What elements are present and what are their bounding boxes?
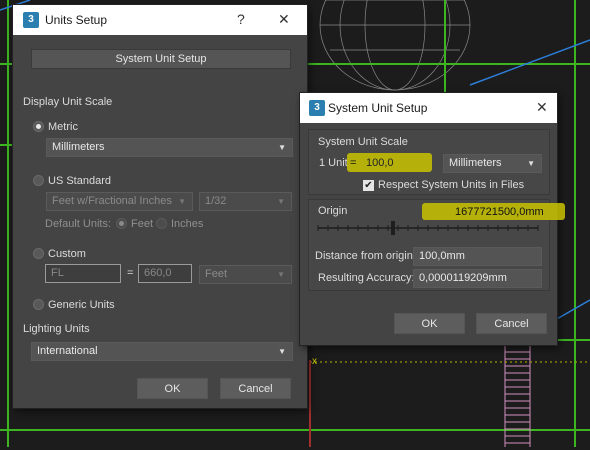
inches-radio[interactable] <box>156 218 167 229</box>
fraction-dropdown[interactable]: 1/32 ▼ <box>199 192 292 211</box>
lighting-units-dropdown[interactable]: International ▼ <box>31 342 293 361</box>
custom-amount-value: 660,0 <box>144 267 172 279</box>
origin-value: 1677721500,0mm <box>455 206 544 218</box>
respect-units-checkbox[interactable]: ✔ <box>363 180 374 191</box>
chevron-down-icon: ▼ <box>278 347 286 356</box>
system-unit-setup-button[interactable]: System Unit Setup <box>31 49 291 69</box>
custom-amount-field[interactable]: 660,0 <box>138 264 192 283</box>
units-setup-titlebar[interactable]: 3 Units Setup ? ✕ <box>13 5 307 35</box>
custom-equals: = <box>127 267 134 279</box>
cancel-button[interactable]: Cancel <box>476 313 547 334</box>
chevron-down-icon: ▼ <box>277 197 285 206</box>
system-unit-setup-dialog: 3 System Unit Setup ✕ System Unit Scale … <box>300 93 565 345</box>
cancel-button[interactable]: Cancel <box>220 378 291 399</box>
metric-units-dropdown[interactable]: Millimeters ▼ <box>46 138 293 157</box>
feet-label: Feet <box>131 218 154 230</box>
fraction-value: 1/32 <box>205 195 227 207</box>
display-unit-scale-label: Display Unit Scale <box>23 96 113 108</box>
system-unit-setup-titlebar[interactable]: 3 System Unit Setup ✕ <box>300 93 557 123</box>
us-standard-radio[interactable] <box>33 175 44 186</box>
lighting-units-value: International <box>37 345 98 357</box>
custom-name-field[interactable]: FL <box>45 264 121 283</box>
generic-units-label: Generic Units <box>48 299 115 311</box>
us-standard-label: US Standard <box>48 175 111 187</box>
default-units-label: Default Units: <box>45 218 112 230</box>
us-standard-units-value: Feet w/Fractional Inches <box>52 195 172 207</box>
resulting-accuracy-value: 0,0000119209mm <box>419 272 507 284</box>
origin-label: Origin <box>318 205 348 217</box>
close-button[interactable]: ✕ <box>536 99 548 116</box>
metric-label: Metric <box>48 121 78 133</box>
unit-value: 100,0 <box>366 157 394 169</box>
chevron-down-icon: ▼ <box>178 197 186 206</box>
custom-unit-value: Feet <box>205 268 228 280</box>
generic-units-radio[interactable] <box>33 299 44 310</box>
custom-label: Custom <box>48 248 86 260</box>
ok-button[interactable]: OK <box>394 313 465 334</box>
resulting-accuracy-field: 0,0000119209mm <box>413 269 542 288</box>
custom-radio[interactable] <box>33 248 44 259</box>
metric-units-value: Millimeters <box>52 141 105 153</box>
distance-from-origin-label: Distance from origin: <box>315 250 416 262</box>
chevron-down-icon: ▼ <box>527 159 535 168</box>
window-title: System Unit Setup <box>328 101 428 115</box>
axis-label: x <box>312 356 317 367</box>
metric-radio[interactable] <box>33 121 44 132</box>
origin-slider[interactable] <box>316 221 540 237</box>
slider-thumb <box>391 221 395 235</box>
equals-sign: = <box>350 157 357 169</box>
respect-units-label: Respect System Units in Files <box>378 179 525 191</box>
unit-type-value: Millimeters <box>449 157 502 169</box>
ok-button[interactable]: OK <box>137 378 208 399</box>
one-unit-label: 1 Unit <box>319 157 348 169</box>
us-standard-units-dropdown[interactable]: Feet w/Fractional Inches ▼ <box>46 192 193 211</box>
units-setup-dialog: 3 Units Setup ? ✕ System Unit Setup Disp… <box>13 5 307 408</box>
app-icon: 3 <box>23 12 39 28</box>
window-title: Units Setup <box>45 13 108 27</box>
feet-radio[interactable] <box>116 218 127 229</box>
distance-from-origin-value: 100,0mm <box>419 250 465 262</box>
lighting-units-label: Lighting Units <box>23 323 90 335</box>
close-button[interactable]: ✕ <box>278 11 290 28</box>
system-unit-scale-label: System Unit Scale <box>318 136 408 148</box>
chevron-down-icon: ▼ <box>278 143 286 152</box>
unit-value-field[interactable]: 100,0 <box>360 154 437 173</box>
inches-label: Inches <box>171 218 204 230</box>
resulting-accuracy-label: Resulting Accuracy: <box>318 272 415 284</box>
distance-from-origin-field[interactable]: 100,0mm <box>413 247 542 266</box>
app-icon: 3 <box>309 100 325 116</box>
chevron-down-icon: ▼ <box>277 270 285 279</box>
unit-type-dropdown[interactable]: Millimeters ▼ <box>443 154 542 173</box>
custom-name-value: FL <box>51 267 64 279</box>
custom-unit-dropdown[interactable]: Feet ▼ <box>199 265 292 284</box>
help-button[interactable]: ? <box>237 11 245 27</box>
